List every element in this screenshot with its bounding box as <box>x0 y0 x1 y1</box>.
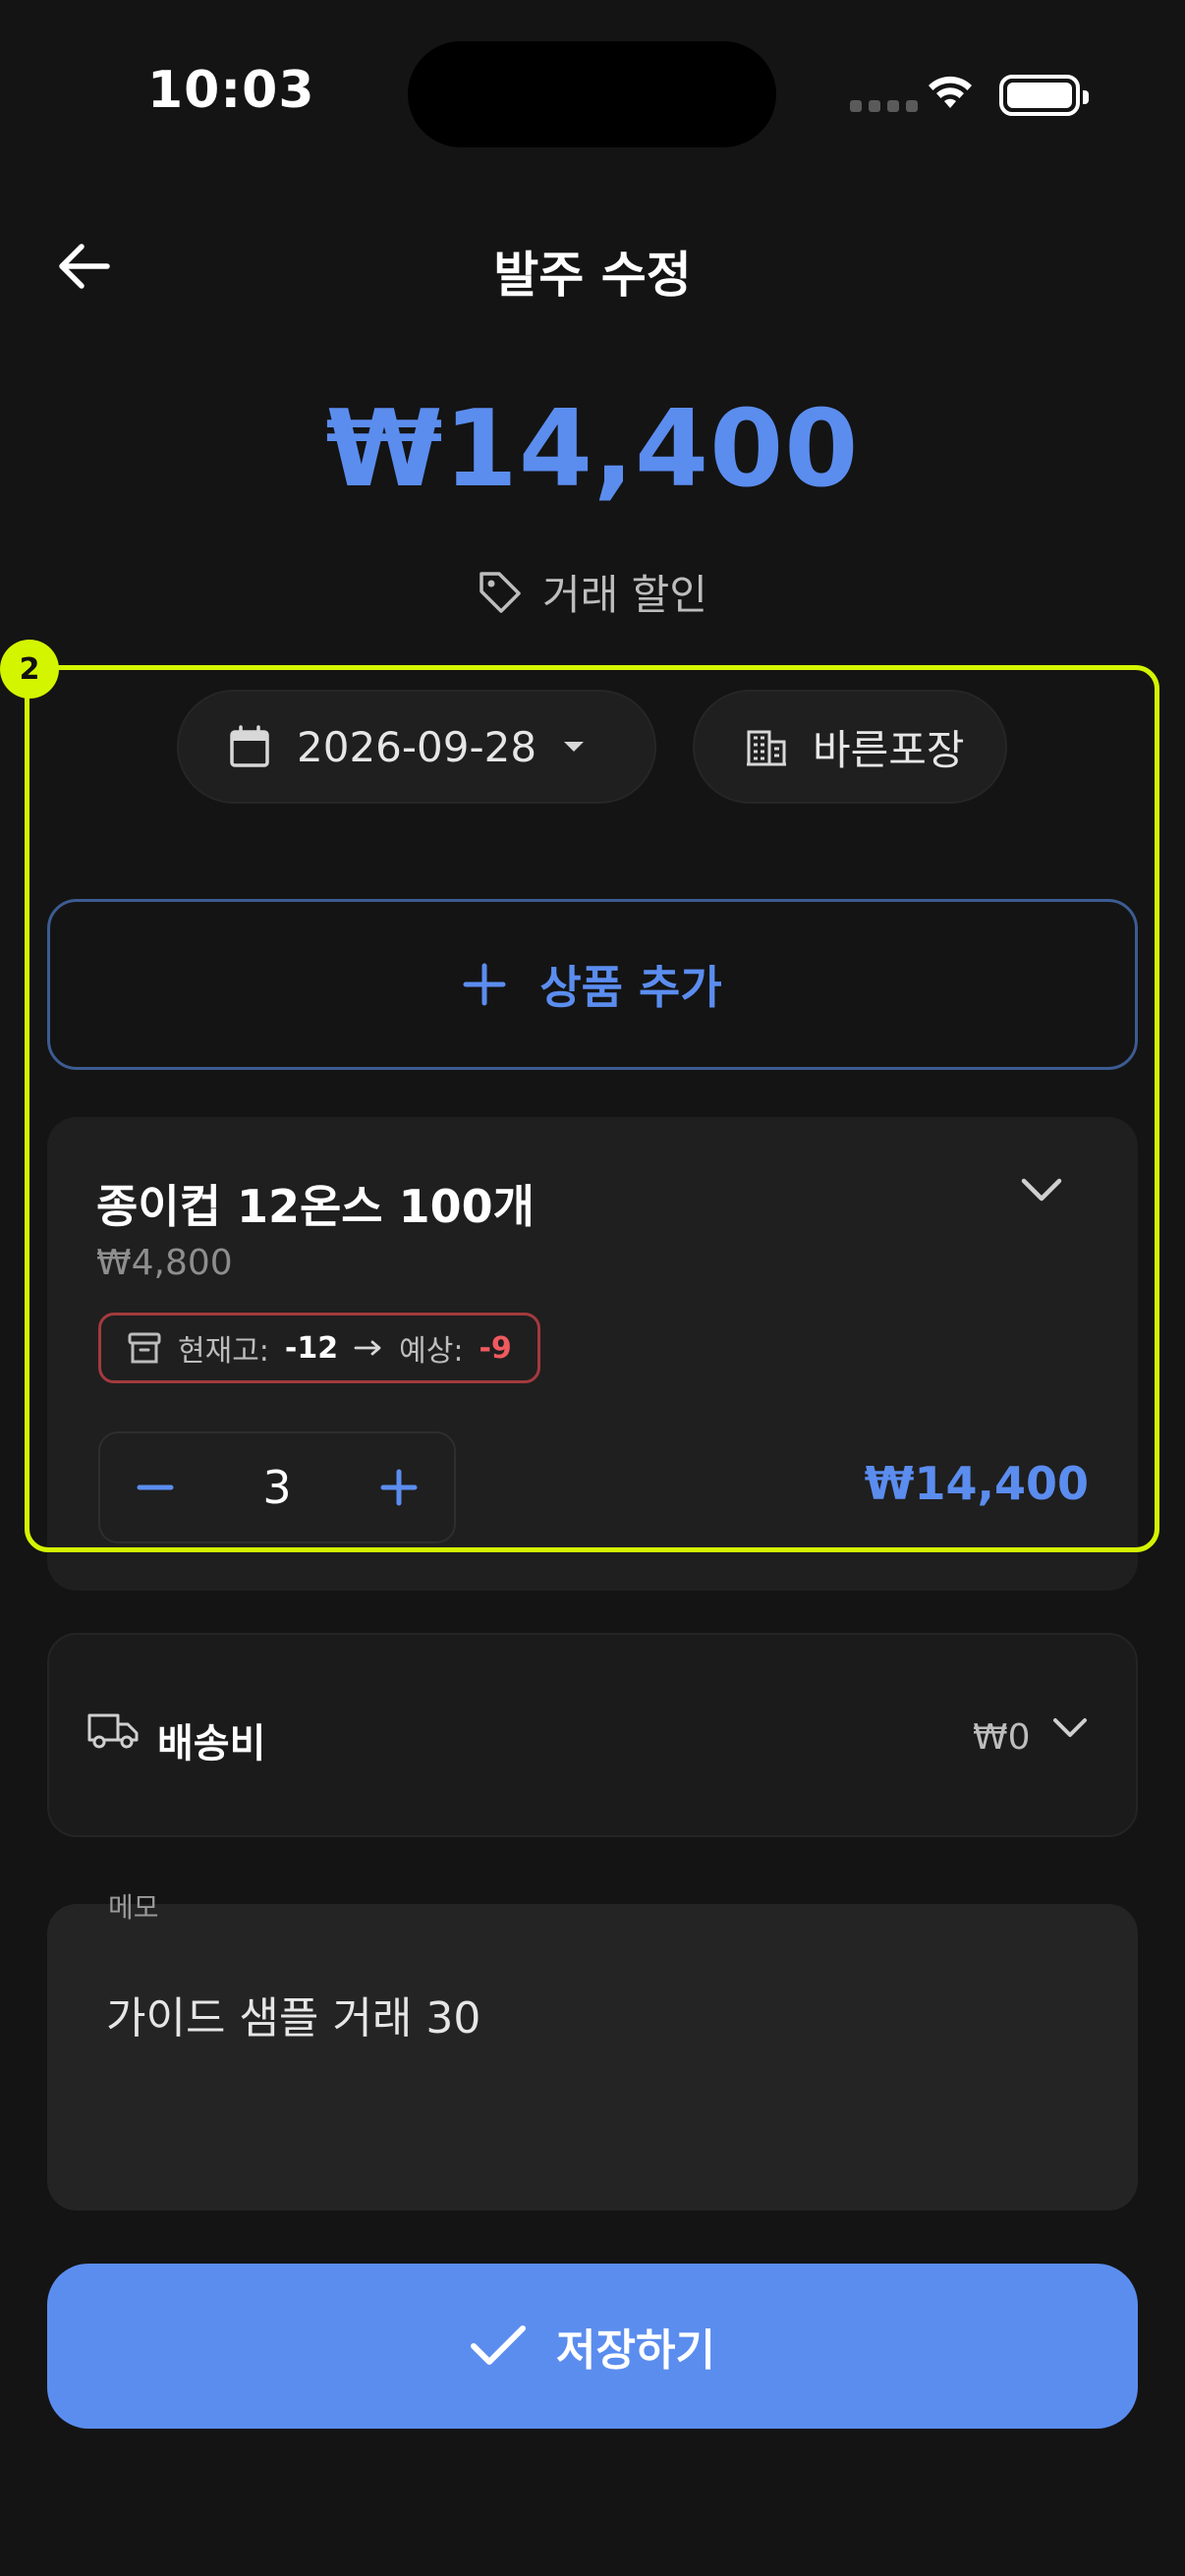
stock-expected-label: 예상: <box>399 1334 464 1369</box>
save-label: 저장하기 <box>556 2325 715 2376</box>
page-title: 발주 수정 <box>493 247 692 304</box>
dynamic-island <box>408 41 776 147</box>
discount-button[interactable]: 거래 할인 <box>0 562 1185 622</box>
date-value: 2026-09-28 <box>297 722 537 771</box>
battery-icon <box>999 75 1089 116</box>
stock-badge: 현재고: -12 예상: -9 <box>98 1313 540 1383</box>
save-button[interactable]: 저장하기 <box>47 2264 1138 2429</box>
memo-field[interactable]: 가이드 샘플 거래 30 <box>47 1904 1138 2211</box>
quantity-stepper: 3 <box>98 1431 456 1543</box>
item-name: 종이컵 12온스 100개 <box>96 1180 535 1233</box>
discount-label: 거래 할인 <box>542 571 707 619</box>
vendor-value: 바른포장 <box>813 725 965 774</box>
plus-icon <box>380 1469 418 1506</box>
stock-expected-value: -9 <box>479 1330 512 1366</box>
building-icon <box>747 730 786 766</box>
status-bar: 10:03 <box>0 0 1185 196</box>
increment-button[interactable] <box>367 1456 430 1519</box>
highlight-badge: 2 <box>0 640 59 699</box>
wifi-icon <box>929 76 972 108</box>
plus-icon <box>463 963 506 1006</box>
memo-label: 메모 <box>108 1891 159 1924</box>
item-line-total: ₩14,400 <box>864 1457 1089 1510</box>
minus-icon <box>137 1484 174 1490</box>
check-icon <box>471 2325 527 2365</box>
vendor-chip[interactable]: 바른포장 <box>693 690 1007 804</box>
date-picker-chip[interactable]: 2026-09-28 <box>177 690 656 804</box>
add-product-button[interactable]: 상품 추가 <box>47 899 1138 1070</box>
caret-down-icon <box>564 742 585 752</box>
stock-current-label: 현재고: <box>178 1334 269 1369</box>
cellular-signal-icon <box>850 100 918 112</box>
shipping-value: ₩0 <box>973 1717 1031 1758</box>
tag-icon <box>480 571 521 613</box>
item-unit-price: ₩4,800 <box>96 1243 233 1283</box>
calendar-icon <box>230 725 269 767</box>
order-item-card: 종이컵 12온스 100개 ₩4,800 현재고: -12 예상: -9 3 ₩… <box>47 1117 1138 1591</box>
chevron-down-icon[interactable] <box>1020 1176 1063 1204</box>
arrow-right-icon <box>354 1340 381 1356</box>
truck-icon <box>87 1713 139 1749</box>
shipping-label: 배송비 <box>157 1721 266 1766</box>
memo-value: 가이드 샘플 거래 30 <box>106 1993 481 2044</box>
archive-icon <box>128 1332 161 1364</box>
chevron-down-icon <box>1053 1718 1087 1737</box>
decrement-button[interactable] <box>124 1456 187 1519</box>
stock-current-value: -12 <box>284 1330 339 1366</box>
shipping-fee-row[interactable]: 배송비 ₩0 <box>47 1633 1138 1837</box>
quantity-value[interactable]: 3 <box>262 1461 291 1514</box>
status-time: 10:03 <box>147 61 315 120</box>
order-total: ₩14,400 <box>325 388 860 511</box>
add-product-label: 상품 추가 <box>539 961 722 1014</box>
